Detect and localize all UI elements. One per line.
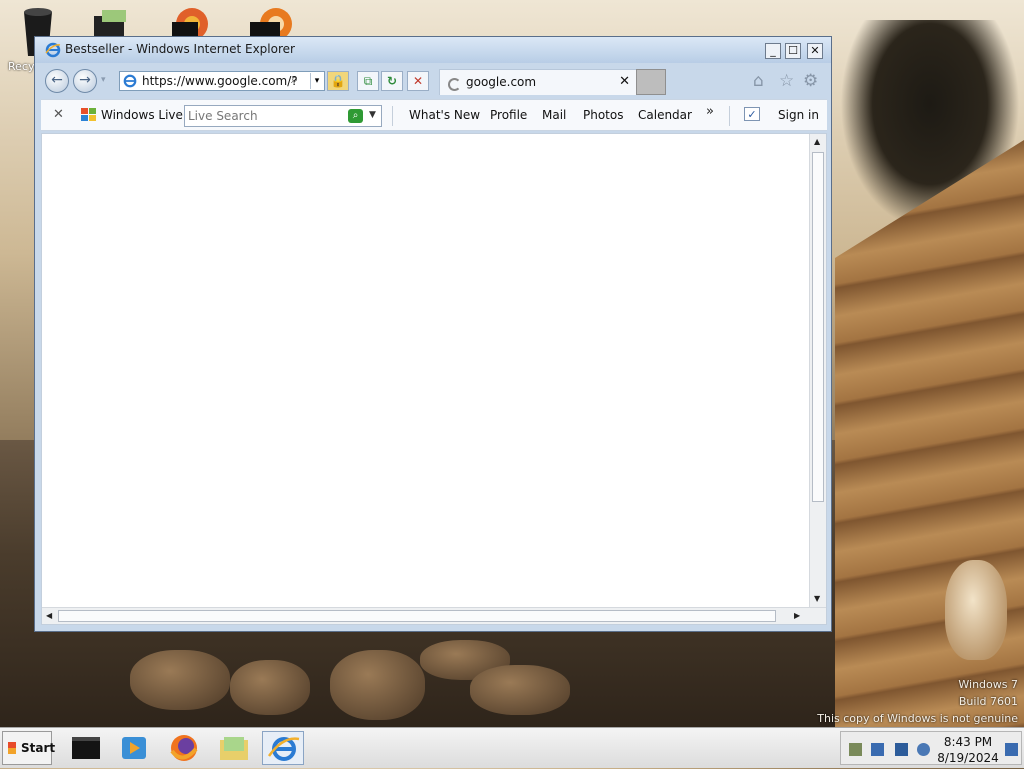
windows-live-brand[interactable]: Windows Live: [101, 108, 183, 122]
search-options-dropdown-icon[interactable]: ▼: [369, 110, 376, 120]
link-profile[interactable]: Profile: [490, 108, 527, 122]
minimize-button[interactable]: _: [765, 43, 781, 59]
tray-network-icon[interactable]: [871, 743, 884, 756]
watermark-line-1: Windows 7: [958, 678, 1018, 691]
taskbar-firefox-icon[interactable]: [162, 731, 204, 765]
link-whats-new[interactable]: What's New: [409, 108, 480, 122]
scroll-up-arrow-icon[interactable]: ▲: [814, 137, 820, 146]
link-mail[interactable]: Mail: [542, 108, 566, 122]
link-calendar[interactable]: Calendar: [638, 108, 692, 122]
clock-time: 8:43 PM: [943, 735, 993, 749]
genuine-watermark: Windows 7 Build 7601 This copy of Window…: [817, 676, 1018, 727]
favorites-star-icon[interactable]: ☆: [779, 71, 794, 91]
page-ie-icon: [123, 74, 137, 88]
address-url[interactable]: https://www.google.com/?: [142, 74, 298, 88]
wallpaper-rock: [130, 650, 230, 710]
checkbox-icon[interactable]: ✓: [744, 107, 760, 121]
wallpaper-rock: [470, 665, 570, 715]
windows-live-toolbar: ✕ Windows Live Live Search ⌕ ▼ What's Ne…: [41, 99, 827, 131]
watermark-line-3: This copy of Windows is not genuine: [817, 712, 1018, 725]
tray-display-icon[interactable]: [895, 743, 908, 756]
back-button[interactable]: ←: [45, 69, 69, 93]
taskbar-terminal-icon[interactable]: [64, 731, 106, 765]
forward-arrow-icon: →: [79, 72, 91, 88]
forward-button[interactable]: →: [73, 69, 97, 93]
search-go-icon[interactable]: ⌕: [348, 109, 363, 123]
refresh-icon: ↻: [386, 74, 398, 88]
maximize-button[interactable]: ☐: [785, 43, 801, 59]
toolbar-close-icon[interactable]: ✕: [53, 107, 64, 122]
loading-spinner-icon: [448, 78, 461, 91]
recent-pages-dropdown-icon[interactable]: ▾: [101, 75, 106, 85]
tray-app-icon[interactable]: [849, 743, 862, 756]
scroll-down-arrow-icon[interactable]: ▼: [814, 594, 820, 603]
ie-logo-icon: [45, 42, 61, 58]
scroll-left-arrow-icon[interactable]: ◀: [46, 611, 52, 620]
tab-close-icon[interactable]: ✕: [619, 74, 630, 89]
clock[interactable]: 8:43 PM 8/19/2024: [937, 734, 999, 766]
show-desktop-icon[interactable]: [1005, 743, 1018, 756]
tools-gear-icon[interactable]: ⚙: [803, 71, 818, 91]
watermark-line-2: Build 7601: [958, 695, 1018, 708]
stop-icon: ✕: [412, 74, 424, 88]
taskbar-internet-explorer-icon[interactable]: [262, 731, 304, 765]
window-title: Bestseller - Windows Internet Explorer: [65, 42, 295, 56]
address-search-icon[interactable]: ⌕: [291, 72, 298, 87]
wallpaper-rock: [330, 650, 425, 720]
page-content-area[interactable]: ▲ ▼ ◀ ▶: [41, 133, 827, 625]
more-links-chevron-icon[interactable]: »: [706, 104, 714, 119]
window-titlebar[interactable]: Bestseller - Windows Internet Explorer _…: [35, 37, 831, 63]
desktop-hamster-gadget: [945, 560, 1007, 660]
taskbar: Start 8:43 PM 8/19/2024: [0, 727, 1024, 768]
live-search-placeholder: Live Search: [188, 109, 258, 123]
security-lock-button[interactable]: 🔒: [327, 71, 349, 91]
vertical-scrollbar[interactable]: ▲ ▼: [809, 134, 826, 608]
start-button[interactable]: Start: [2, 731, 56, 765]
tab-label: google.com: [466, 75, 537, 89]
address-bar[interactable]: https://www.google.com/? ⌕ ▾: [119, 71, 325, 91]
toolbar-separator: [392, 106, 393, 126]
start-flag-icon: [8, 742, 16, 754]
vertical-scroll-thumb[interactable]: [812, 152, 824, 502]
recycle-bin-label: Recy: [8, 60, 35, 73]
tray-volume-icon[interactable]: [917, 743, 930, 756]
lock-icon: 🔒: [330, 74, 346, 88]
address-dropdown-icon[interactable]: ▾: [310, 73, 323, 89]
new-tab-button[interactable]: [636, 69, 666, 95]
sign-in-link[interactable]: Sign in: [778, 108, 819, 122]
horizontal-scrollbar[interactable]: ◀ ▶: [42, 607, 826, 624]
wallpaper-rock: [230, 660, 310, 715]
toolbar-separator: [729, 106, 730, 126]
horizontal-scroll-thumb[interactable]: [58, 610, 776, 622]
close-window-button[interactable]: ✕: [807, 43, 823, 59]
live-search-input[interactable]: Live Search ⌕ ▼: [184, 105, 382, 127]
back-arrow-icon: ←: [51, 72, 63, 88]
stop-button[interactable]: ✕: [407, 71, 429, 91]
clock-date: 8/19/2024: [937, 751, 999, 765]
start-label: Start: [21, 741, 56, 755]
navigation-bar: ← → ▾ https://www.google.com/? ⌕ ▾ 🔒 ⧉ ↻…: [39, 65, 827, 97]
taskbar-file-explorer-icon[interactable]: [212, 731, 254, 765]
tab-google[interactable]: google.com ✕: [439, 69, 637, 95]
windows-logo-icon: [81, 108, 97, 122]
link-photos[interactable]: Photos: [583, 108, 623, 122]
internet-explorer-window: Bestseller - Windows Internet Explorer _…: [34, 36, 832, 632]
compatibility-icon: ⧉: [363, 74, 373, 88]
refresh-button[interactable]: ↻: [381, 71, 403, 91]
compatibility-view-button[interactable]: ⧉: [357, 71, 379, 91]
home-icon[interactable]: ⌂: [753, 71, 764, 91]
scroll-right-arrow-icon[interactable]: ▶: [794, 611, 800, 620]
taskbar-media-player-icon[interactable]: [112, 731, 154, 765]
system-tray: 8:43 PM 8/19/2024: [840, 731, 1022, 765]
